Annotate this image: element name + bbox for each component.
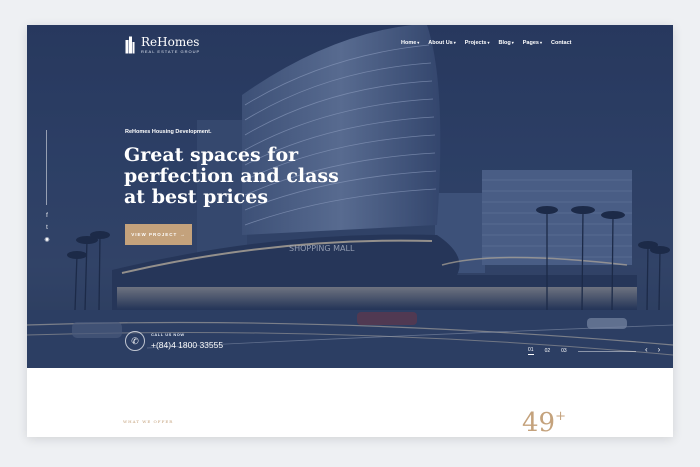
hero-tagline: ReHomes Housing Development.	[125, 129, 212, 135]
instagram-icon[interactable]: ◉	[43, 236, 51, 244]
nav-item-blog[interactable]: Blog▾	[499, 40, 514, 46]
stat-counter: 49+	[522, 410, 566, 436]
chevron-down-icon: ▾	[453, 40, 456, 45]
phone-icon: ✆	[125, 331, 145, 351]
call-label: CALL US NOW	[151, 332, 185, 337]
headline-line: Great spaces for	[124, 144, 299, 166]
brand-name: ReHomes	[141, 35, 200, 49]
nav-item-label: Pages	[522, 40, 539, 46]
hero-headline: Great spaces for perfection and class at…	[124, 145, 354, 208]
slide-indicator[interactable]: 01	[528, 347, 534, 355]
section-label: WHAT WE OFFER	[123, 419, 174, 424]
slide-progress	[577, 350, 636, 352]
phone-number: +(84)4 1800 33555	[151, 340, 224, 350]
slider-arrows: ‹ ›	[645, 345, 660, 354]
nav-item-about-us[interactable]: About Us▾	[428, 40, 455, 46]
nav-item-label: Home	[401, 40, 417, 46]
page-frame: SHOPPING MALL ReHomes REAL ESTATE GROUP …	[27, 25, 673, 437]
slide-indicator[interactable]: 03	[561, 348, 567, 354]
nav-item-label: About Us	[428, 40, 453, 46]
chevron-left-icon[interactable]: ‹	[645, 345, 648, 354]
call-us[interactable]: ✆ CALL US NOW +(84)4 1800 33555	[125, 331, 223, 351]
building-logo-icon	[125, 36, 135, 54]
slide-indicator[interactable]: 02	[545, 348, 551, 354]
arrow-right-icon: →	[180, 232, 186, 237]
stat-suffix: +	[555, 409, 566, 424]
brand-subtitle: REAL ESTATE GROUP	[141, 49, 201, 54]
headline-line: perfection and class	[124, 165, 339, 187]
view-project-button[interactable]: VIEW PROJECT →	[125, 224, 192, 245]
hero-section: SHOPPING MALL ReHomes REAL ESTATE GROUP …	[27, 25, 673, 368]
facebook-icon[interactable]: f	[43, 212, 51, 220]
about-section: WHAT WE OFFER 49+	[27, 368, 673, 437]
chevron-down-icon: ▾	[417, 40, 420, 45]
nav-item-home[interactable]: Home▾	[401, 40, 419, 46]
view-project-label: VIEW PROJECT	[131, 232, 178, 237]
twitter-icon[interactable]: t	[43, 224, 51, 232]
chevron-down-icon: ▾	[487, 40, 490, 45]
stat-value: 49	[522, 408, 556, 437]
slide-pagination: 01 02 03	[528, 347, 636, 355]
chevron-down-icon: ▾	[539, 40, 542, 45]
nav-item-projects[interactable]: Projects▾	[465, 40, 490, 46]
headline-line: at best prices	[124, 186, 269, 208]
nav-item-contact[interactable]: Contact	[551, 40, 571, 46]
brand-logo[interactable]: ReHomes REAL ESTATE GROUP	[125, 36, 200, 54]
nav-item-label: Projects	[464, 40, 487, 46]
chevron-down-icon: ▾	[511, 40, 514, 45]
main-nav: Home▾ About Us▾ Projects▾ Blog▾ Pages▾ C…	[401, 40, 571, 46]
nav-item-pages[interactable]: Pages▾	[523, 40, 542, 46]
social-divider	[46, 130, 47, 205]
chevron-right-icon[interactable]: ›	[658, 345, 661, 354]
nav-item-label: Contact	[550, 40, 572, 46]
nav-item-label: Blog	[498, 40, 511, 46]
